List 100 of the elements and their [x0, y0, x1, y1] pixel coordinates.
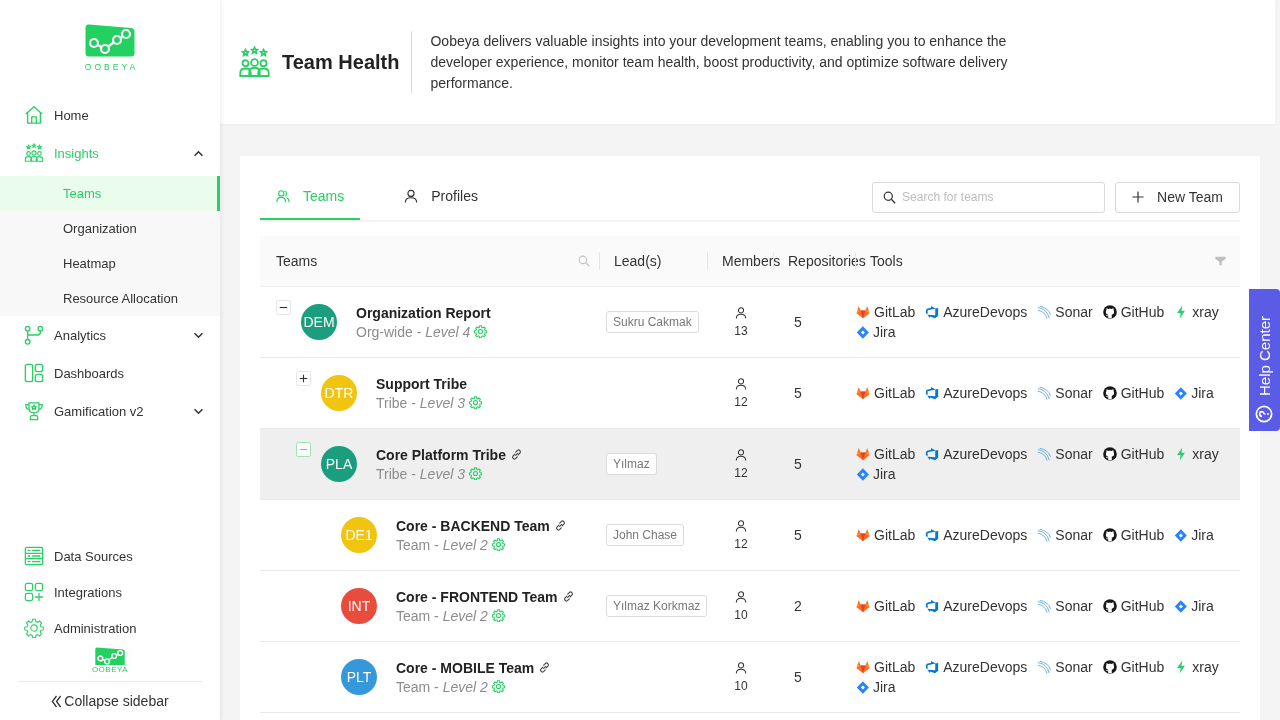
lead-chip: John Chase: [606, 524, 685, 546]
expand-toggle-icon[interactable]: [296, 371, 311, 386]
collapse-toggle-icon[interactable]: [296, 442, 311, 457]
repository-count: 5: [794, 456, 802, 472]
tab[interactable]: Profiles: [388, 174, 494, 220]
sonar-icon: [1037, 305, 1052, 319]
tool-name: xray: [1192, 446, 1219, 462]
team-type: Team - Level 2: [396, 607, 488, 624]
plus-icon: [1132, 191, 1145, 203]
tool-name: Jira: [873, 324, 896, 340]
team-type: Team - Level 2: [396, 536, 488, 553]
team-avatar: DE1: [341, 517, 377, 553]
submenu-item[interactable]: Resource Allocation: [0, 281, 220, 316]
link-icon[interactable]: [509, 448, 523, 461]
github-icon: [1102, 447, 1117, 461]
sonar-icon: [1037, 447, 1052, 461]
tool-name: GitLab: [874, 598, 916, 614]
lead-chip: Sukru Cakmak: [606, 311, 699, 333]
dashboard-grid-icon: [24, 363, 44, 383]
nav-item[interactable]: Home: [0, 96, 220, 134]
azure-devops-icon: [925, 599, 940, 613]
settings-icon[interactable]: [474, 325, 488, 338]
tool-name: GitHub: [1120, 527, 1165, 543]
collapse-toggle-icon[interactable]: [276, 300, 291, 315]
gitlab-icon: [856, 528, 870, 542]
repository-count: 5: [794, 314, 802, 330]
person-icon: [735, 306, 747, 319]
team-name[interactable]: Core Platform Tribe: [376, 446, 506, 463]
person-icon: [735, 377, 747, 390]
squares-plus-icon: [24, 582, 44, 602]
team-type: Tribe - Level 3: [376, 465, 465, 482]
tool-name: GitLab: [874, 527, 916, 543]
tool-name: GitLab: [874, 385, 916, 401]
azure-devops-icon: [925, 305, 940, 319]
person-icon: [735, 590, 747, 603]
jira-icon: [1174, 528, 1188, 542]
people-stars-icon: [238, 45, 271, 79]
jira-icon: [1174, 386, 1188, 400]
azure-devops-icon: [925, 447, 940, 461]
tool-name: GitLab: [874, 659, 916, 675]
team-name[interactable]: Organization Report: [356, 304, 491, 321]
settings-icon: [24, 618, 44, 638]
repository-count: 2: [794, 598, 802, 614]
settings-icon[interactable]: [469, 467, 482, 480]
nav-item[interactable]: Analytics: [0, 316, 220, 354]
tool-name: AzureDevops: [943, 446, 1028, 462]
tool-name: Jira: [1191, 385, 1214, 401]
azure-devops-icon: [925, 386, 940, 400]
search-field[interactable]: Search for teams: [872, 181, 1106, 213]
help-center-button[interactable]: Help Center: [1249, 289, 1280, 431]
search-icon[interactable]: [578, 255, 590, 267]
column-header: Teams: [276, 253, 318, 269]
gitlab-icon: [856, 386, 870, 400]
team-avatar: PLA: [321, 446, 357, 482]
person-icon: [735, 661, 747, 674]
person-icon: [404, 189, 419, 203]
sonar-icon: [1037, 599, 1052, 613]
github-icon: [1102, 386, 1117, 400]
team-avatar: DEM: [301, 304, 337, 340]
team-name[interactable]: Core - BACKEND Team: [396, 517, 550, 534]
tool-name: Jira: [1191, 527, 1214, 543]
member-count: 12: [734, 465, 748, 480]
submenu-item[interactable]: Heatmap: [0, 246, 220, 281]
jira-icon: [856, 680, 869, 694]
settings-icon[interactable]: [491, 680, 505, 693]
logo-text: OOBEYA: [91, 665, 129, 674]
jira-icon: [1174, 599, 1188, 613]
azure-devops-icon: [925, 660, 940, 674]
repository-count: 5: [794, 385, 802, 401]
sonar-icon: [1037, 386, 1052, 400]
tool-name: Sonar: [1055, 385, 1093, 401]
nav-item[interactable]: Integrations: [0, 574, 220, 610]
logo-text: OOBEYA: [83, 62, 139, 72]
nav-item[interactable]: Administration: [0, 610, 220, 646]
link-icon[interactable]: [538, 661, 552, 674]
table-row[interactable]: PLA Core Platform Tribe Tribe - Level 3 Yılmaz 12 5 GitLab AzureDevops Sonar GitHub xray Jira: [260, 429, 1240, 500]
team-type: Org-wide - Level 4: [356, 323, 471, 340]
house-icon: [24, 105, 44, 125]
nav-item[interactable]: Gamification v2: [0, 392, 220, 430]
column-header: Repositories: [788, 253, 866, 269]
team-name[interactable]: Core - FRONTEND Team: [396, 588, 558, 605]
link-icon[interactable]: [561, 590, 575, 603]
new-team-button[interactable]: New Team: [1115, 181, 1240, 213]
tool-name: AzureDevops: [943, 527, 1028, 543]
github-icon: [1102, 599, 1117, 613]
team-name[interactable]: Core - MOBILE Team: [396, 659, 535, 676]
settings-icon[interactable]: [491, 538, 505, 551]
team-name[interactable]: Support Tribe: [376, 375, 467, 392]
settings-icon[interactable]: [491, 609, 505, 622]
nav-item[interactable]: Dashboards: [0, 354, 220, 392]
collapse-sidebar-button[interactable]: Collapse sidebar: [47, 682, 173, 720]
settings-icon[interactable]: [469, 396, 482, 409]
tool-name: GitHub: [1120, 446, 1165, 462]
tool-name: Sonar: [1055, 304, 1093, 320]
filter-icon[interactable]: [1215, 256, 1226, 266]
nav-item[interactable]: Data Sources: [0, 538, 220, 574]
tool-name: AzureDevops: [943, 598, 1028, 614]
submenu-item[interactable]: Organization: [0, 211, 220, 246]
member-count: 10: [734, 678, 748, 693]
link-icon[interactable]: [553, 519, 567, 532]
